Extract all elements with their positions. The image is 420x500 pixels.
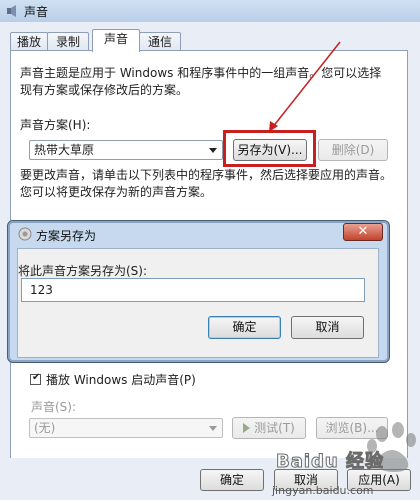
speaker-icon bbox=[7, 5, 16, 17]
sounds-label: 声音(S): bbox=[31, 400, 77, 414]
check-icon: ✔ bbox=[32, 372, 41, 383]
watermark-text: Baidu 经验 bbox=[275, 451, 385, 473]
sound-theme-description: 声音主题是应用于 Windows 和程序事件中的一组声音。您可以选择现有方案或保… bbox=[20, 66, 382, 97]
highlight-box bbox=[223, 130, 316, 167]
title-bar[interactable]: 声音 bbox=[0, 0, 420, 22]
change-sound-description: 要更改声音，请单击以下列表中的程序事件，然后选择要应用的声音。您可以将更改保存为… bbox=[20, 168, 393, 199]
tab-playback[interactable]: 播放 bbox=[10, 32, 48, 51]
play-icon bbox=[243, 423, 251, 433]
dialog-prompt: 将此声音方案另存为(S): bbox=[18, 264, 148, 278]
tab-sounds[interactable]: 声音 bbox=[92, 29, 140, 52]
ok-button[interactable]: 确定 bbox=[200, 469, 264, 491]
chevron-down-icon bbox=[209, 426, 217, 431]
sound-scheme-label: 声音方案(H): bbox=[20, 118, 91, 132]
sound-scheme-value: 热带大草原 bbox=[34, 143, 95, 157]
watermark-url: jingyan.baidu.com bbox=[272, 484, 374, 497]
tab-recording[interactable]: 录制 bbox=[47, 32, 89, 51]
sound-window: 声音 播放 录制 声音 通信 声音主题是应用于 Windows 和程序事件中的一… bbox=[0, 0, 420, 500]
window-title: 声音 bbox=[24, 5, 49, 19]
chevron-down-icon bbox=[209, 148, 217, 153]
tab-communications[interactable]: 通信 bbox=[139, 32, 181, 51]
startup-sound-checkbox[interactable]: ✔ bbox=[30, 372, 41, 385]
startup-sound-label: 播放 Windows 启动声音(P) bbox=[46, 373, 196, 387]
sound-scheme-select[interactable]: 热带大草原 bbox=[29, 140, 223, 160]
dialog-cancel-button[interactable]: 取消 bbox=[291, 316, 364, 339]
close-icon[interactable]: ✕ bbox=[343, 223, 383, 241]
sounds-select[interactable]: (无) bbox=[29, 418, 223, 438]
delete-button[interactable]: 删除(D) bbox=[318, 139, 388, 161]
dialog-title: 方案另存为 bbox=[36, 229, 97, 243]
dialog-app-icon bbox=[18, 227, 32, 241]
dialog-ok-button[interactable]: 确定 bbox=[208, 316, 281, 339]
sounds-value: (无) bbox=[34, 421, 56, 435]
scheme-name-input[interactable]: 123 bbox=[21, 278, 365, 302]
